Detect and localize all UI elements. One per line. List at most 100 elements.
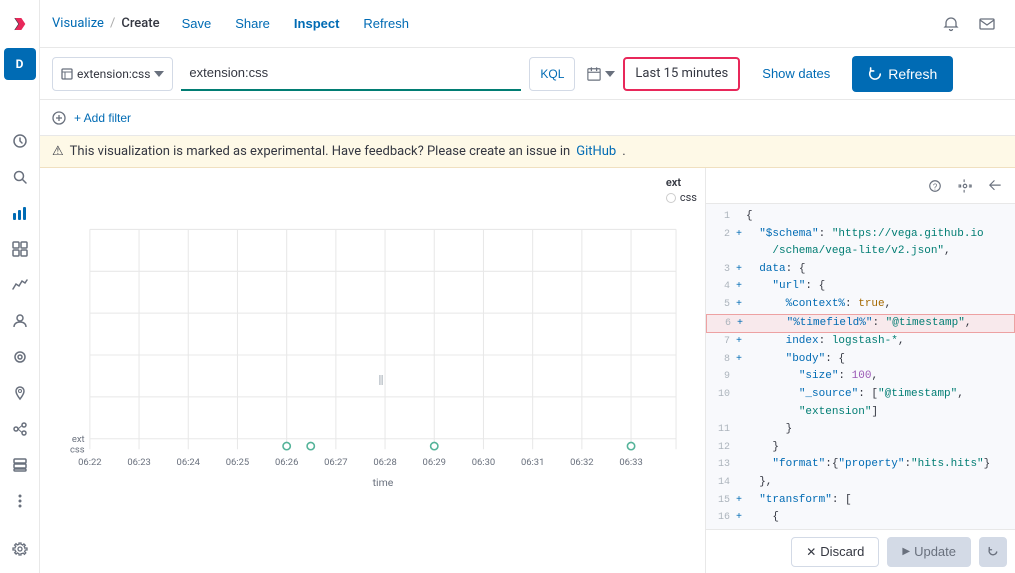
calendar-dropdown-icon [605,71,615,77]
index-icon [61,68,73,80]
code-line-7: 7 + index: logstash-*, [706,333,1015,351]
sidebar-item-more[interactable] [4,485,36,517]
svg-text:06:31: 06:31 [521,457,544,468]
code-line-2b: /schema/vega-lite/v2.json", [706,243,1015,261]
add-filter-button[interactable]: + Add filter [74,111,131,125]
warning-text: This visualization is marked as experime… [70,144,571,159]
filter-options-icon [52,111,66,125]
sidebar-user-avatar[interactable]: D [4,48,36,80]
refresh-icon [868,67,882,81]
index-pattern-value: extension:css [77,67,150,81]
sidebar-item-clock[interactable] [4,125,36,157]
svg-text:css: css [70,444,85,455]
refresh-button[interactable]: Refresh [852,56,953,92]
topbar-refresh-button[interactable]: Refresh [353,12,419,35]
panel-resize-handle[interactable]: ‖ [375,369,387,393]
share-button[interactable]: Share [225,12,280,35]
discard-label: Discard [820,544,864,559]
filter-bar: + Add filter [40,100,1015,136]
settings-icon-button[interactable] [953,174,977,198]
sidebar-item-ml[interactable] [4,413,36,445]
svg-text:06:29: 06:29 [423,457,446,468]
main-content: Visualize / Create Save Share Inspect Re… [40,0,1015,573]
code-line-6: 6 + "%timefield%": "@timestamp", [706,314,1015,334]
breadcrumb-current: Create [121,16,159,31]
code-line-9: 9 "size": 100, [706,368,1015,386]
toolbar: extension:css KQL Last 15 minutes Show d… [40,48,1015,100]
svg-text:06:24: 06:24 [177,457,201,468]
index-pattern-selector[interactable]: extension:css [52,57,173,91]
legend-title: ext [666,176,697,189]
svg-text:06:23: 06:23 [127,457,150,468]
code-line-14: 14 }, [706,474,1015,492]
save-button[interactable]: Save [172,12,222,35]
svg-text:06:33: 06:33 [619,457,642,468]
code-line-13: 13 "format":{"property":"hits.hits"} [706,456,1015,474]
code-line-3: 3 + data: { [706,261,1015,279]
sidebar-item-maps[interactable] [4,377,36,409]
x-icon: ✕ [806,545,816,559]
show-dates-button[interactable]: Show dates [748,57,844,91]
github-link[interactable]: GitHub [576,144,616,159]
time-range-picker[interactable]: Last 15 minutes [623,57,740,91]
svg-text:06:28: 06:28 [373,457,396,468]
chart-svg: ext css [48,196,697,535]
sidebar-item-user[interactable] [4,305,36,337]
inspect-button[interactable]: Inspect [284,12,350,35]
update-refresh-icon [987,546,999,558]
code-line-15: 15 + "transform": [ [706,492,1015,510]
sidebar: D [0,0,40,573]
svg-text:?: ? [933,182,938,191]
add-filter-label: + Add filter [74,111,131,125]
help-icon-button[interactable]: ? [923,174,947,198]
time-range-value: Last 15 minutes [635,66,728,81]
sidebar-item-timelion[interactable] [4,269,36,301]
expand-icon-button[interactable] [983,174,1007,198]
kql-button[interactable]: KQL [529,57,575,91]
breadcrumb: Visualize / Create [52,16,160,31]
calendar-icon [587,67,601,81]
breadcrumb-separator: / [110,16,115,31]
notification-bell-icon[interactable] [935,8,967,40]
code-line-5: 5 + %context%: true, [706,296,1015,314]
code-line-12: 12 } [706,439,1015,457]
code-toolbar: ? [706,168,1015,204]
content-area: ext css ext css [40,168,1015,573]
svg-text:ext: ext [72,434,85,445]
sidebar-item-discover[interactable] [4,161,36,193]
topbar: Visualize / Create Save Share Inspect Re… [40,0,1015,48]
code-panel: ? 1 { 2 + "$schema [705,168,1015,573]
warning-suffix: . [622,144,625,159]
svg-text:06:22: 06:22 [78,457,101,468]
sidebar-item-visualize[interactable] [4,197,36,229]
sidebar-item-canvas[interactable] [4,341,36,373]
code-line-8: 8 + "body": { [706,351,1015,369]
svg-text:06:26: 06:26 [275,457,298,468]
play-icon: ▶ [902,546,910,557]
svg-text:06:27: 06:27 [324,457,347,468]
calendar-picker[interactable] [587,67,615,81]
warning-banner: ⚠ This visualization is marked as experi… [40,136,1015,168]
sidebar-item-settings[interactable] [4,533,36,565]
warning-icon: ⚠ [52,144,64,159]
query-input[interactable] [181,57,521,91]
update-button[interactable]: ▶ Update [887,537,971,567]
update-refresh-button[interactable] [979,537,1007,567]
code-line-10b: "extension"] [706,404,1015,422]
code-line-16: 16 + { [706,509,1015,527]
sidebar-item-infrastructure[interactable] [4,449,36,481]
chart-panel: ext css ext css [40,168,705,573]
sidebar-item-dashboard[interactable] [4,233,36,265]
svg-text:06:25: 06:25 [226,457,249,468]
svg-text:time: time [373,476,394,489]
svg-text:06:30: 06:30 [472,457,495,468]
code-line-4: 4 + "url": { [706,278,1015,296]
discard-button[interactable]: ✕ Discard [791,537,879,567]
kibana-logo-icon [12,16,28,32]
breadcrumb-parent[interactable]: Visualize [52,16,104,31]
code-line-2: 2 + "$schema": "https://vega.github.io [706,226,1015,244]
code-editor-body[interactable]: 1 { 2 + "$schema": "https://vega.github.… [706,204,1015,529]
update-label: Update [914,544,956,559]
mail-icon[interactable] [971,8,1003,40]
app-logo[interactable] [4,8,36,40]
